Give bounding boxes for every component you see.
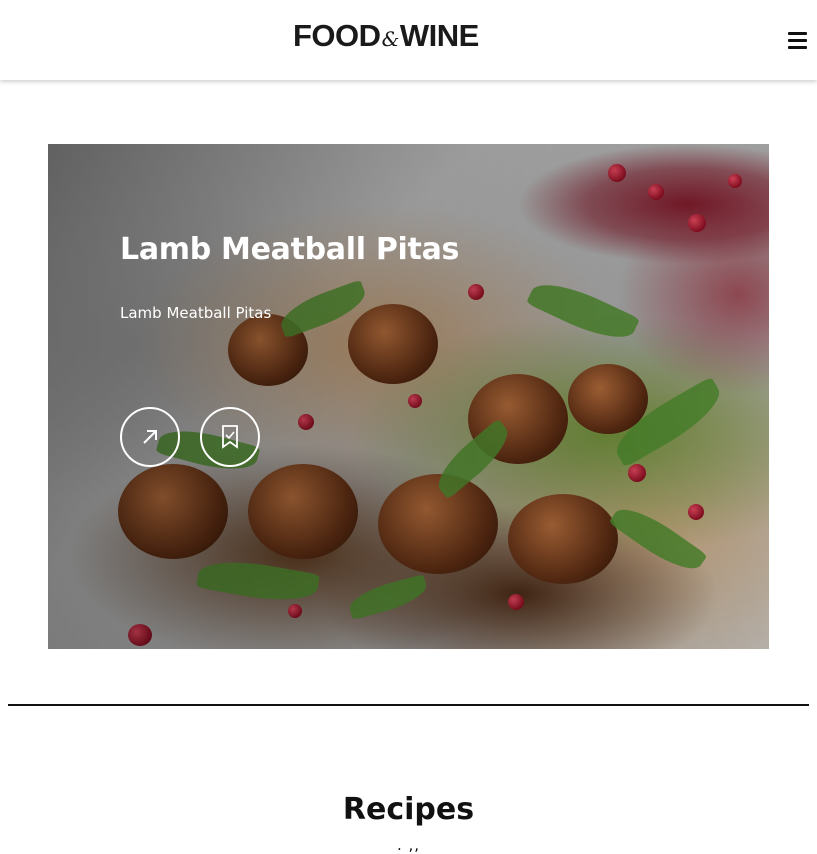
food-and-wine-logo[interactable]: FOOD & WINE xyxy=(293,18,493,53)
menu-bar xyxy=(788,39,807,42)
recipe-subtitle: Lamb Meatball Pitas xyxy=(120,304,272,322)
hamburger-menu-icon[interactable] xyxy=(786,30,810,50)
logo-wine: WINE xyxy=(399,18,479,53)
hero-overlay xyxy=(48,144,769,649)
open-recipe-button[interactable] xyxy=(120,407,180,467)
section-heading: Recipes xyxy=(342,792,475,827)
menu-bar xyxy=(788,46,807,49)
recipe-title[interactable]: Lamb Meatball Pitas xyxy=(120,232,459,267)
save-recipe-button[interactable] xyxy=(200,407,260,467)
site-header: FOOD & WINE xyxy=(0,0,817,80)
section-subheading: . ,, xyxy=(396,836,421,854)
menu-bar xyxy=(788,32,807,35)
featured-recipe-card[interactable]: Lamb Meatball Pitas Lamb Meatball Pitas xyxy=(48,144,769,649)
section-divider xyxy=(8,704,809,706)
bookmark-icon xyxy=(222,425,238,449)
logo-food: FOOD xyxy=(293,18,381,53)
arrow-up-right-icon xyxy=(143,430,157,444)
logo-ampersand: & xyxy=(381,27,400,51)
